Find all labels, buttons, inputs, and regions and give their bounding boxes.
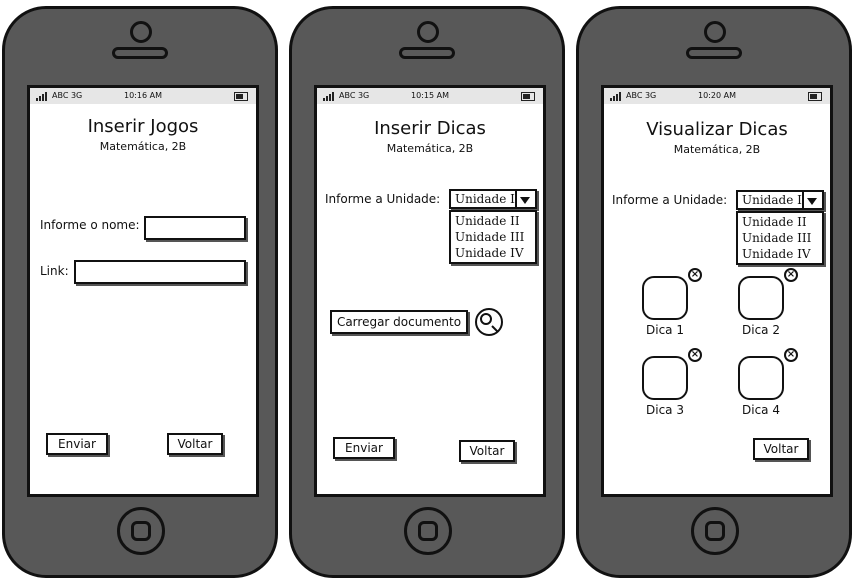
status-bar: ABC 3G 10:15 AM — [317, 88, 543, 104]
speaker-grille — [112, 47, 168, 59]
name-label: Informe o nome: — [40, 218, 140, 232]
delete-tip-icon[interactable]: × — [688, 348, 702, 362]
page-subtitle: Matemática, 2B — [386, 142, 474, 155]
chevron-down-icon[interactable] — [515, 191, 535, 207]
unit-select[interactable]: Unidade I — [736, 190, 824, 210]
status-bar: ABC 3G 10:16 AM — [30, 88, 256, 104]
camera-icon — [130, 21, 152, 43]
unit-dropdown-list: Unidade II Unidade III Unidade IV — [736, 211, 824, 265]
tip-label: Dica 2 — [742, 323, 780, 337]
home-button[interactable] — [117, 507, 165, 555]
search-icon[interactable] — [475, 308, 503, 336]
status-time: 10:20 AM — [698, 91, 736, 100]
name-field[interactable] — [144, 216, 246, 240]
link-field[interactable] — [74, 260, 246, 284]
tip-thumbnail[interactable] — [642, 276, 688, 320]
unit-label: Informe a Unidade: — [325, 192, 441, 206]
unit-option[interactable]: Unidade IV — [742, 246, 818, 262]
phone-frame-visualizar-dicas: ABC 3G 10:20 AM Visualizar Dicas Matemát… — [576, 6, 852, 578]
unit-option[interactable]: Unidade III — [742, 230, 818, 246]
battery-icon — [521, 92, 535, 101]
phone-frame-inserir-dicas: ABC 3G 10:15 AM Inserir Dicas Matemática… — [289, 6, 565, 578]
phone-screen: ABC 3G 10:20 AM Visualizar Dicas Matemát… — [601, 85, 833, 497]
enviar-button[interactable]: Enviar — [46, 433, 108, 455]
home-button[interactable] — [404, 507, 452, 555]
camera-icon — [704, 21, 726, 43]
delete-tip-icon[interactable]: × — [688, 268, 702, 282]
page-title: Inserir Dicas — [374, 118, 486, 139]
link-label: Link: — [40, 264, 69, 278]
delete-tip-icon[interactable]: × — [784, 268, 798, 282]
battery-icon — [808, 92, 822, 101]
page-subtitle: Matemática, 2B — [99, 140, 187, 153]
home-button[interactable] — [691, 507, 739, 555]
page-title: Inserir Jogos — [87, 116, 199, 137]
unit-option[interactable]: Unidade III — [455, 229, 531, 245]
unit-option[interactable]: Unidade IV — [455, 245, 531, 261]
page-title: Visualizar Dicas — [646, 119, 788, 140]
unit-select[interactable]: Unidade I — [449, 189, 537, 209]
enviar-button[interactable]: Enviar — [333, 437, 395, 459]
tip-label: Dica 3 — [646, 403, 684, 417]
camera-icon — [417, 21, 439, 43]
speaker-grille — [686, 47, 742, 59]
tip-label: Dica 1 — [646, 323, 684, 337]
tip-thumbnail[interactable] — [738, 276, 784, 320]
voltar-button[interactable]: Voltar — [459, 440, 515, 462]
status-bar: ABC 3G 10:20 AM — [604, 88, 830, 104]
unit-option[interactable]: Unidade II — [742, 214, 818, 230]
delete-tip-icon[interactable]: × — [784, 348, 798, 362]
battery-icon — [234, 92, 248, 101]
phone-screen: ABC 3G 10:16 AM Inserir Jogos Matemática… — [27, 85, 259, 497]
speaker-grille — [399, 47, 455, 59]
unit-option[interactable]: Unidade II — [455, 213, 531, 229]
phone-frame-inserir-jogos: ABC 3G 10:16 AM Inserir Jogos Matemática… — [2, 6, 278, 578]
page-subtitle: Matemática, 2B — [673, 143, 761, 156]
carregar-documento-button[interactable]: Carregar documento — [330, 310, 468, 334]
voltar-button[interactable]: Voltar — [167, 433, 223, 455]
tip-label: Dica 4 — [742, 403, 780, 417]
phone-screen: ABC 3G 10:15 AM Inserir Dicas Matemática… — [314, 85, 546, 497]
voltar-button[interactable]: Voltar — [753, 438, 809, 460]
tip-thumbnail[interactable] — [738, 356, 784, 400]
unit-dropdown-list: Unidade II Unidade III Unidade IV — [449, 210, 537, 264]
unit-label: Informe a Unidade: — [612, 193, 728, 207]
chevron-down-icon[interactable] — [802, 192, 822, 208]
status-time: 10:16 AM — [124, 91, 162, 100]
unit-select-value: Unidade I — [742, 193, 802, 207]
status-time: 10:15 AM — [411, 91, 449, 100]
tip-thumbnail[interactable] — [642, 356, 688, 400]
unit-select-value: Unidade I — [455, 192, 515, 206]
